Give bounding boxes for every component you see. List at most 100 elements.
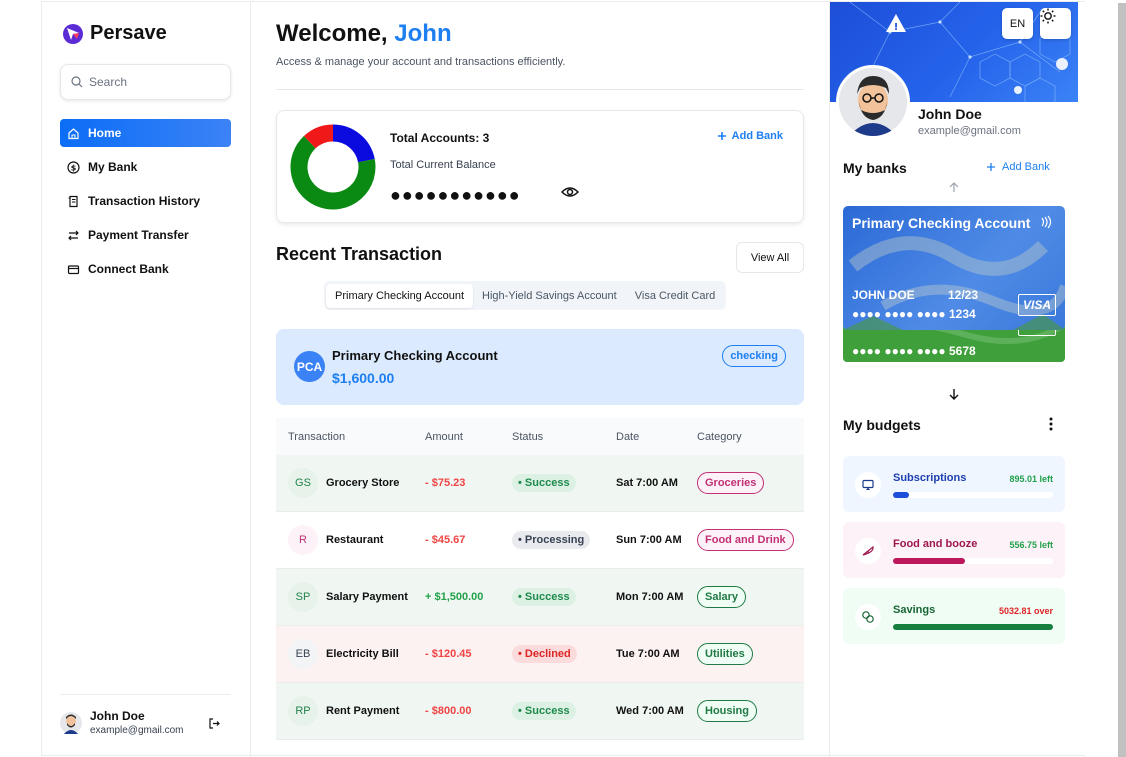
logout-icon[interactable] <box>208 717 221 730</box>
category-badge: Salary <box>697 586 747 608</box>
add-bank-button[interactable]: Add Bank <box>986 161 1050 173</box>
sidebar-item-connect-bank[interactable]: Connect Bank <box>60 255 231 283</box>
profile-avatar <box>836 65 910 139</box>
transaction-cell: R Restaurant <box>276 525 425 555</box>
card-title: Primary Checking Account <box>852 215 1031 231</box>
persave-logo-icon <box>63 23 83 44</box>
sidebar-nav: Home $ My Bank Transaction History Payme… <box>60 119 231 289</box>
sidebar-item-label: Connect Bank <box>88 262 169 276</box>
sidebar-item-payment-transfer[interactable]: Payment Transfer <box>60 221 231 249</box>
search-box[interactable] <box>60 64 231 100</box>
page-subtitle: Access & manage your account and transac… <box>276 56 566 68</box>
column-header: Amount <box>425 430 463 443</box>
tab-visa-credit-card[interactable]: Visa Credit Card <box>626 284 725 308</box>
account-type-badge: checking <box>722 345 786 367</box>
theme-toggle-button[interactable] <box>1040 8 1071 39</box>
transactions-table: Transaction Amount Status Date Category … <box>276 418 804 740</box>
table-body: GS Grocery Store - $75.23 • Success Sat 7:00… <box>276 455 804 740</box>
sidebar: Persave Home $ My Bank Transaction Histo… <box>42 2 251 757</box>
more-options-icon[interactable] <box>1044 416 1058 432</box>
my-budgets-title: My budgets <box>843 417 921 433</box>
status-label: Success <box>524 477 570 489</box>
column-header: Category <box>697 430 742 443</box>
table-row[interactable]: GS Grocery Store - $75.23 • Success Sat 7:00… <box>276 455 804 512</box>
search-input[interactable] <box>89 75 219 89</box>
sidebar-item-my-bank[interactable]: $ My Bank <box>60 153 231 181</box>
recent-transactions-title: Recent Transaction <box>276 244 443 264</box>
tab-primary-checking[interactable]: Primary Checking Account <box>326 283 473 308</box>
plus-icon <box>717 132 726 140</box>
sidebar-user[interactable]: John Doe example@gmail.com <box>60 694 231 736</box>
logo[interactable]: Persave <box>62 22 167 45</box>
account-name: Primary Checking Account <box>332 348 498 363</box>
transaction-amount: - $75.23 <box>425 476 466 489</box>
transaction-initials: GS <box>288 468 318 498</box>
bank-card-primary[interactable]: Primary Checking Account JOHN DOE 12/23 … <box>843 206 1065 330</box>
balance-hidden-value: ●●●●●●●●●●● <box>390 185 521 205</box>
profile-name: John Doe <box>918 106 982 122</box>
add-bank-label: Add Bank <box>731 130 783 142</box>
transaction-initials: RP <box>288 696 318 726</box>
transaction-cell: RP Rent Payment <box>276 696 425 726</box>
account-balance: $1,600.00 <box>332 370 395 386</box>
budget-progress-track <box>893 492 1053 498</box>
eye-icon[interactable] <box>561 185 579 199</box>
arrow-up-icon[interactable] <box>944 178 964 198</box>
donut-segment-red <box>303 124 334 149</box>
budget-name: Savings <box>893 604 936 616</box>
transaction-date: Tue 7:00 AM <box>616 647 680 660</box>
arrow-down-icon <box>949 389 959 400</box>
transaction-name: Electricity Bill <box>326 647 399 660</box>
card-expiry: 12/23 <box>948 288 979 302</box>
budget-remaining: 895.01 left <box>1009 474 1053 484</box>
budget-name: Subscriptions <box>893 472 967 484</box>
status-badge: • Success <box>512 702 576 720</box>
transaction-initials: SP <box>288 582 318 612</box>
add-bank-label: Add Bank <box>1002 161 1050 173</box>
category-badge: Groceries <box>697 472 765 494</box>
plus-icon <box>987 163 995 171</box>
view-all-button[interactable]: View All <box>736 242 804 273</box>
transaction-name: Restaurant <box>326 533 384 546</box>
budget-progress-fill <box>893 558 965 564</box>
table-row[interactable]: EB Electricity Bill - $120.45 • Declined Tue… <box>276 626 804 683</box>
account-tabs: Primary Checking Account High-Yield Savi… <box>324 281 727 310</box>
monitor-icon <box>855 472 881 498</box>
budget-item[interactable]: Subscriptions 895.01 left <box>843 456 1065 512</box>
contactless-icon <box>1041 215 1052 229</box>
scrollbar[interactable] <box>1118 3 1126 757</box>
budget-item[interactable]: Savings 5032.81 over <box>843 588 1065 644</box>
arrow-down-button[interactable] <box>943 383 965 405</box>
sidebar-item-home[interactable]: Home <box>60 119 231 147</box>
transaction-initials: R <box>288 525 318 555</box>
card-icon <box>67 264 80 274</box>
status-label: Declined <box>524 648 571 660</box>
avatar <box>839 68 907 136</box>
pizza-icon <box>855 538 881 564</box>
table-row[interactable]: R Restaurant - $45.67 • Processing Sun 7:00 … <box>276 512 804 569</box>
status-badge: • Success <box>512 474 576 492</box>
sidebar-item-transaction-history[interactable]: Transaction History <box>60 187 231 215</box>
transaction-cell: GS Grocery Store <box>276 468 425 498</box>
transaction-date: Sun 7:00 AM <box>616 533 682 546</box>
my-banks-title: My banks <box>843 160 907 176</box>
right-panel: ! EN John Doe example@gmail.com My banks… <box>829 2 1078 757</box>
divider <box>276 89 804 90</box>
transaction-name: Salary Payment <box>326 590 408 603</box>
budget-remaining: 556.75 left <box>1009 540 1053 550</box>
table-row[interactable]: SP Salary Payment + $1,500.00 • Success Mon … <box>276 569 804 626</box>
table-row[interactable]: RP Rent Payment - $800.00 • Success Wed 7:00… <box>276 683 804 740</box>
budget-item[interactable]: Food and booze 556.75 left <box>843 522 1065 578</box>
status-label: Success <box>524 705 570 717</box>
transaction-date: Wed 7:00 AM <box>616 704 684 717</box>
language-button[interactable]: EN <box>1002 8 1033 39</box>
visa-logo: VISA <box>1018 294 1056 316</box>
add-bank-button[interactable]: Add Bank <box>717 130 783 142</box>
transaction-amount: - $45.67 <box>425 533 466 546</box>
budget-name: Food and booze <box>893 538 978 550</box>
svg-text:$: $ <box>71 163 77 172</box>
user-name: John Doe <box>90 709 145 723</box>
tab-high-yield-savings[interactable]: High-Yield Savings Account <box>473 284 626 308</box>
sidebar-item-label: Home <box>88 126 122 140</box>
category-badge: Food and Drink <box>697 529 794 551</box>
